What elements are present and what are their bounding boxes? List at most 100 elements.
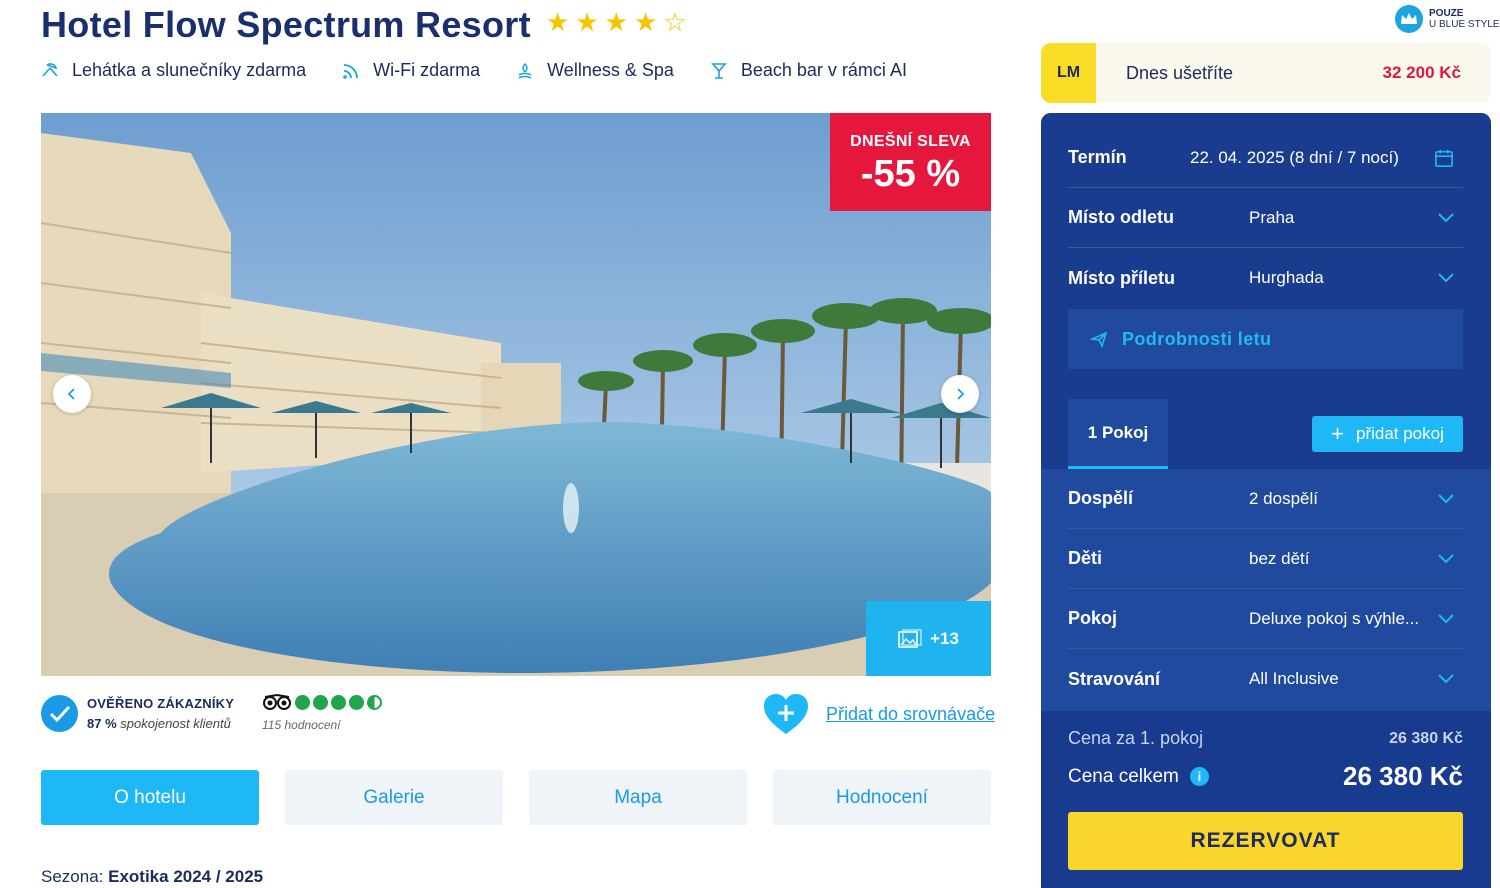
blue-style-badge: POUZE U BLUE STYLE [1395,5,1500,33]
checkmark-icon [41,695,78,732]
amenity-label: Wellness & Spa [547,60,674,80]
price-room-label: Cena za 1. pokoj [1068,728,1204,748]
review-count: 115 hodnocení [262,718,341,732]
image-gallery-icon [898,628,922,648]
amenity-label: Wi-Fi zdarma [373,60,481,80]
rating-bubble-half [367,694,382,710]
chevron-down-icon [1434,212,1454,223]
star-icon: ★ [633,7,658,37]
crown-icon [1395,5,1423,33]
gallery-more-button[interactable]: +13 [866,601,991,676]
discount-badge: DNEŠNÍ SLEVA -55 % [830,113,991,211]
room-value: Deluxe pokoj s výhle... [1249,608,1420,628]
badge-line-2: U BLUE STYLE [1429,19,1500,30]
star-icon: ★ [604,7,628,37]
last-minute-savings: LM Dnes ušetříte 32 200 Kč [1041,43,1491,103]
satisfaction-percent: 87 % [87,716,117,731]
add-to-compare-link[interactable]: Přidat do srovnávače [826,704,995,725]
plus-icon: + [1331,421,1344,446]
gallery-count-label: +13 [930,628,959,648]
chevron-down-icon [1434,273,1454,283]
rating-bubble [331,694,346,710]
hotel-title: Hotel Flow Spectrum Resort [41,4,531,45]
room-label: Pokoj [1068,608,1118,628]
season-info: Sezona: Exotika 2024 / 2025 [41,867,263,887]
carousel-prev-button[interactable] [53,375,91,413]
arrival-select[interactable]: Místo příletu Hurghada [1068,248,1463,308]
spa-icon [516,62,534,80]
tab-mapa[interactable]: Mapa [529,770,747,825]
price-total-label: Cena celkem [1068,765,1179,787]
savings-label: Dnes ušetříte [1126,62,1234,83]
cocktail-icon [710,62,728,80]
star-icon: ★ [575,7,599,37]
tab-hodnoceni[interactable]: Hodnocení [773,770,991,825]
satisfaction-label: spokojenost klientů [120,716,231,731]
children-value: bez dětí [1249,548,1310,568]
term-row[interactable]: Termín 22. 04. 2025 (8 dní / 7 nocí) [1068,128,1463,188]
amenity-label: Beach bar v rámci AI [740,60,907,80]
arrival-label: Místo příletu [1068,267,1175,288]
amenities-list: Lehátka a slunečníky zdarma Wi-Fi zdarma… [41,60,943,81]
star-icon: ★ [546,7,570,37]
adults-label: Dospělí [1068,488,1134,508]
flight-details-label: Podrobnosti letu [1122,328,1272,349]
star-rating: ★ ★ ★ ★ ☆ [546,8,687,36]
rating-bubble [313,694,328,710]
chevron-right-icon [957,388,965,400]
season-label: Sezona: [41,867,104,886]
price-room-value: 26 380 Kč [1389,729,1463,747]
price-total: Cena celkem i 26 380 Kč [1068,761,1463,792]
tripadvisor-owl-icon [263,693,291,710]
tab-galerie[interactable]: Galerie [285,770,503,825]
airplane-icon [1090,331,1108,348]
price-per-room: Cena za 1. pokoj 26 380 Kč [1068,728,1463,749]
arrival-value: Hurghada [1249,268,1324,287]
tripadvisor-rating[interactable]: 115 hodnocení [262,693,382,732]
adults-value: 2 dospělí [1249,488,1318,508]
heart-plus-icon[interactable] [762,692,810,736]
flight-details-button[interactable]: Podrobnosti letu [1068,309,1463,369]
room-tab-1[interactable]: 1 Pokoj [1068,399,1168,469]
lm-tag: LM [1041,43,1096,103]
chevron-down-icon [1434,674,1454,684]
meal-select[interactable]: Stravování All Inclusive [1068,649,1463,709]
amenity-item: Lehátka a slunečníky zdarma [41,60,306,81]
departure-label: Místo odletu [1068,207,1174,227]
adults-select[interactable]: Dospělí 2 dospělí [1068,469,1463,529]
hotel-tabs: O hotelu Galerie Mapa Hodnocení [41,770,991,825]
children-select[interactable]: Děti bez dětí [1068,529,1463,589]
meal-label: Stravování [1068,668,1161,689]
reserve-button[interactable]: REZERVOVAT [1068,812,1463,870]
term-label: Termín [1068,147,1127,167]
amenity-item: Beach bar v rámci AI [710,60,907,81]
room-select[interactable]: Pokoj Deluxe pokoj s výhle... [1068,589,1463,649]
chevron-down-icon [1434,553,1454,564]
discount-value: -55 % [860,153,961,195]
amenity-item: Wellness & Spa [516,60,674,81]
departure-value: Praha [1249,207,1295,227]
season-value: Exotika 2024 / 2025 [108,867,264,886]
add-room-label: přidat pokoj [1355,424,1444,443]
meal-value: All Inclusive [1249,669,1339,688]
rating-bubble [295,694,310,710]
term-value: 22. 04. 2025 (8 dní / 7 nocí) [1190,147,1399,167]
amenity-item: Wi-Fi zdarma [342,60,480,81]
customer-verified: OVĚŘENO ZÁKAZNÍKY 87 % spokojenost klien… [41,695,234,732]
departure-select[interactable]: Místo odletu Praha [1068,188,1463,248]
chevron-left-icon [67,388,75,400]
booking-panel: Termín 22. 04. 2025 (8 dní / 7 nocí) Mís… [1041,113,1491,888]
tab-o-hotelu[interactable]: O hotelu [41,770,259,825]
add-room-button[interactable]: + přidat pokoj [1312,416,1463,452]
carousel-next-button[interactable] [941,375,979,413]
chevron-down-icon [1434,613,1454,624]
sunbed-icon [41,62,59,80]
compare-control[interactable]: Přidat do srovnávače [762,692,995,736]
satisfaction-text: 87 % spokojenost klientů [87,716,234,731]
hotel-photo-carousel[interactable]: DNEŠNÍ SLEVA -55 % +13 [41,113,991,676]
chevron-down-icon [1434,493,1454,504]
amenity-label: Lehátka a slunečníky zdarma [72,60,307,80]
calendar-icon[interactable] [1434,147,1454,169]
rating-bubble [349,694,364,710]
info-icon[interactable]: i [1189,767,1209,786]
